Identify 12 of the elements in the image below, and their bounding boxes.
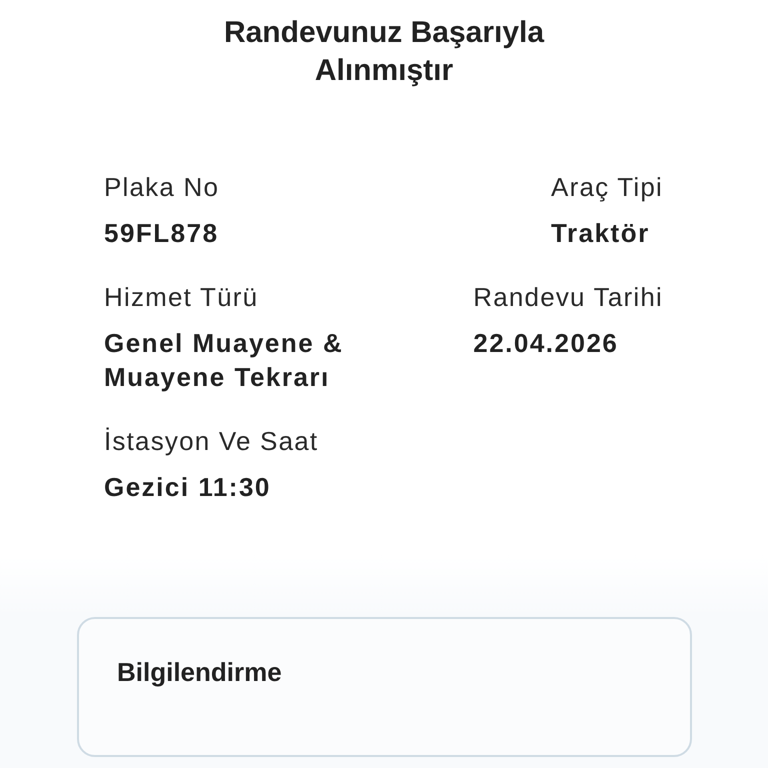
field-label: Randevu Tarihi	[473, 281, 663, 314]
field-value: Genel Muayene & Muayene Tekrarı	[104, 327, 344, 394]
card-title: Bilgilendirme	[117, 657, 283, 688]
field-label: Plaka No	[104, 171, 220, 204]
field-value: Gezici 11:30	[104, 471, 272, 504]
page-title: Randevunuz Başarıyla Alınmıştır	[222, 15, 546, 89]
field-label: Araç Tipi	[551, 171, 663, 204]
field-value: 22.04.2026	[473, 327, 620, 360]
field-label: İstasyon Ve Saat	[104, 425, 318, 458]
field-value: Traktör	[551, 217, 651, 250]
field-label: Hizmet Türü	[104, 281, 260, 314]
field-value: 59FL878	[104, 217, 220, 250]
